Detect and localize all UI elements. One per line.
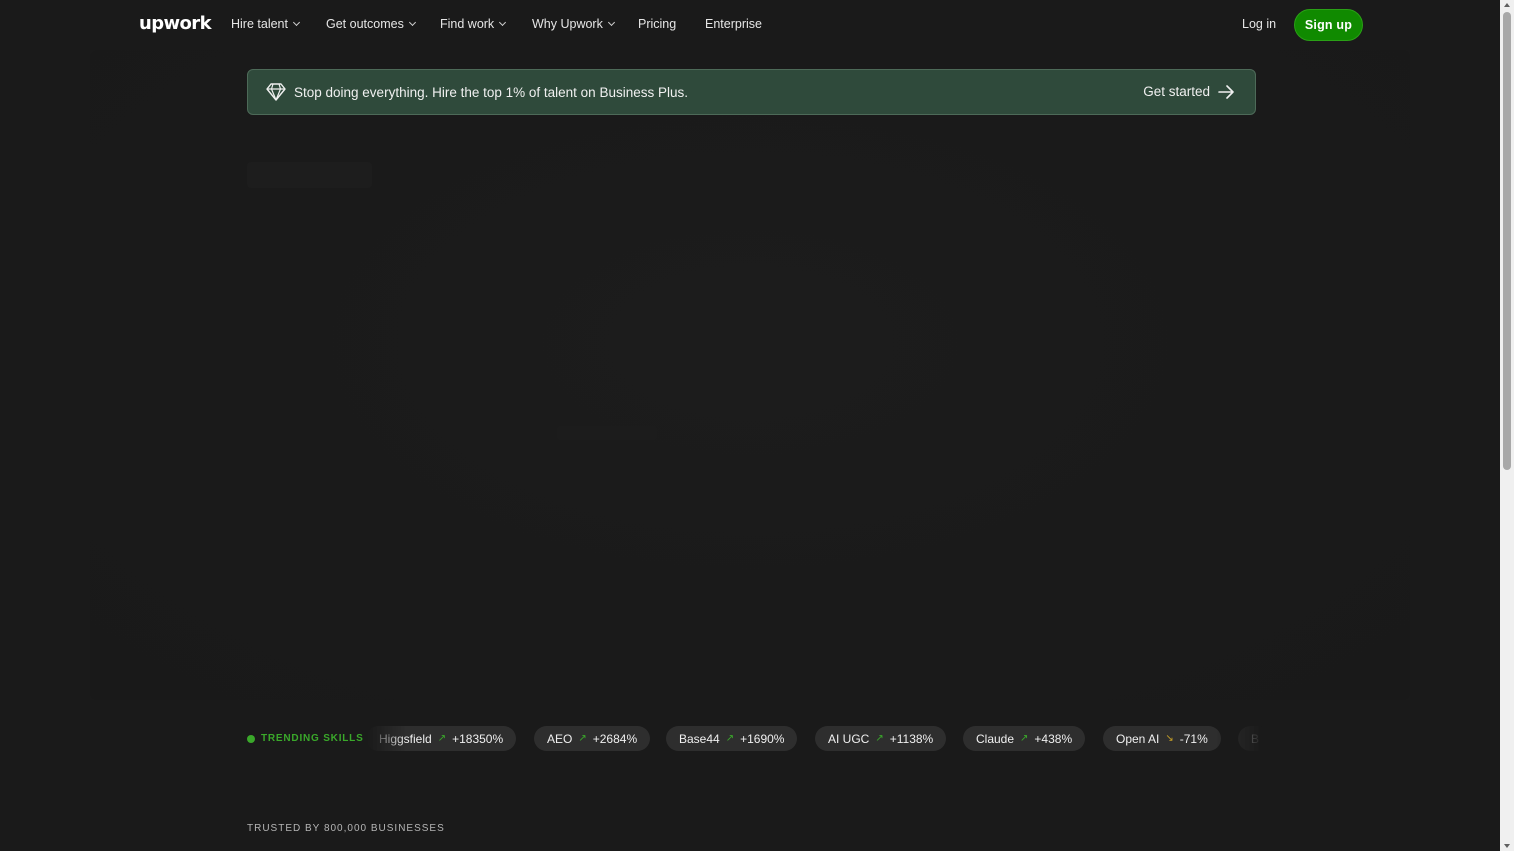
skill-pill-higgsfield[interactable]: Higgsfield ↗ +18350% [366,726,517,751]
chevron-down-icon [408,18,416,27]
diamond-icon [266,83,286,101]
business-plus-banner[interactable]: Stop doing everything. Hire the top 1% o… [247,69,1256,115]
page-scrollbar[interactable] [1500,0,1514,851]
nav-item-label: Find work [440,17,495,31]
scroll-up-arrow-icon[interactable] [1504,3,1510,7]
trend-up-icon: ↗ [578,733,587,744]
skill-name: Claude [976,731,1015,746]
skill-pill-ai-ugc[interactable]: AI UGC ↗ +1138% [815,726,947,751]
skill-pill-claude[interactable]: Claude ↗ +438% [963,726,1086,751]
trend-up-icon: ↗ [875,733,884,744]
skill-change: +1690% [740,731,785,746]
get-started-link[interactable]: Get started [1143,84,1235,99]
skill-change: -71% [1179,731,1208,746]
trend-up-icon: ↗ [437,733,447,744]
nav-item-label: Hire talent [231,17,288,31]
nav-item-label: Enterprise [705,17,762,31]
get-started-label: Get started [1143,84,1210,99]
nav-find-work[interactable]: Find work [440,17,507,31]
skill-change: +18350% [452,731,504,746]
hero-background [90,50,1410,700]
scroll-down-arrow-icon[interactable] [1504,844,1510,848]
chevron-down-icon [499,18,507,27]
skill-change: +1138% [889,731,934,746]
scrollbar-thumb[interactable] [1503,12,1511,470]
skill-name: Open AI [1116,731,1160,746]
nav-item-label: Pricing [638,17,677,31]
login-link[interactable]: Log in [1242,17,1276,31]
trend-up-icon: ↗ [725,733,735,744]
skill-change: +438% [1034,731,1073,746]
banner-text: Stop doing everything. Hire the top 1% o… [294,85,688,100]
skill-change: +2684% [592,731,638,746]
chevron-down-icon [292,18,301,27]
nav-item-label: Why Upwork [532,17,603,31]
skill-name: AI UGC [828,731,870,746]
skill-pill-base44[interactable]: Base44 ↗ +1690% [666,726,798,751]
nav-item-label: Get outcomes [326,17,404,31]
skill-name: Base44 [679,731,720,746]
nav-hire-talent[interactable]: Hire talent [231,17,301,31]
nav-get-outcomes[interactable]: Get outcomes [326,17,416,31]
nav-why-upwork[interactable]: Why Upwork [532,17,615,31]
trending-skills-label: TRENDING SKILLS [247,733,364,744]
skill-pill-partial[interactable]: B [1238,726,1262,751]
trend-up-icon: ↗ [1020,733,1029,744]
skill-pill-open-ai[interactable]: Open AI ↘ -71% [1103,726,1221,751]
hero-placeholder-line [557,426,657,440]
nav-pricing[interactable]: Pricing [638,17,676,31]
skill-name: AEO [547,731,573,746]
live-dot-icon [247,734,255,743]
trend-down-icon: ↘ [1165,733,1174,744]
chevron-down-icon [607,18,615,27]
skill-pill-aeo[interactable]: AEO ↗ +2684% [534,726,651,751]
nav-enterprise[interactable]: Enterprise [705,17,762,31]
upwork-logo[interactable]: upwork [139,13,212,34]
page: upwork Hire talent Get outcomes Find wor… [0,0,1514,851]
skill-name: B [1251,731,1260,746]
trusted-by-text: TRUSTED BY 800,000 BUSINESSES [247,823,445,834]
hero-placeholder-block [247,162,372,188]
arrow-right-icon [1218,84,1234,99]
top-navigation: upwork Hire talent Get outcomes Find wor… [0,0,1500,50]
trending-skills-carousel: Higgsfield ↗ +18350% AEO ↗ +2684% Base44… [366,726,1262,751]
skill-name: Higgsfield [379,731,432,746]
signup-button[interactable]: Sign up [1294,9,1363,41]
trending-skills-title: TRENDING SKILLS [261,733,364,744]
